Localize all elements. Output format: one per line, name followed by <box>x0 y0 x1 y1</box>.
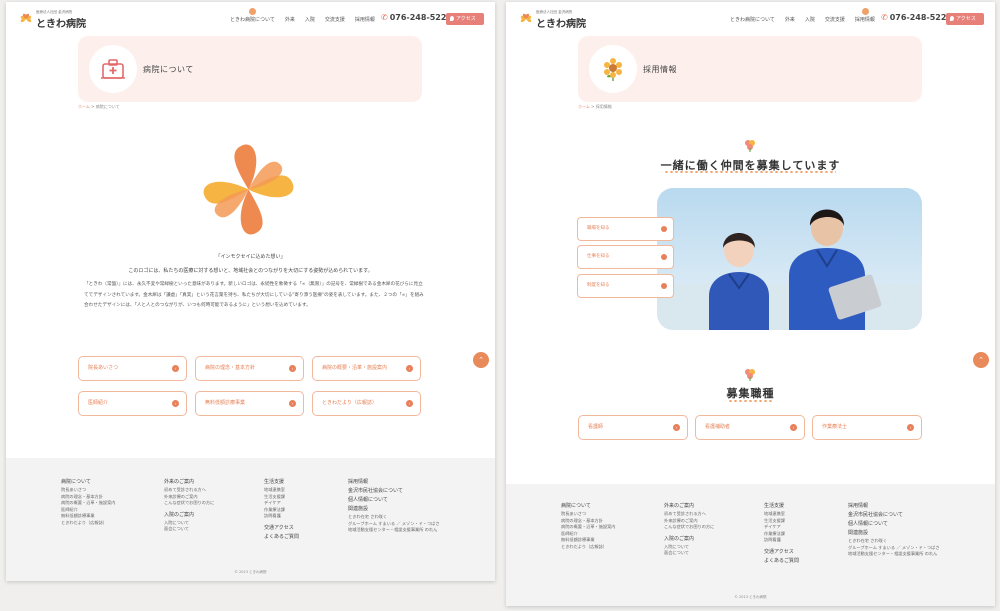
footer-col-recruit: 採用情報 金沢市民社協会について 個人情報について 関連施設 ときわ在宅 さわ咲… <box>348 479 440 532</box>
nurse-assistant-button[interactable]: 看護補助者 › <box>695 415 805 440</box>
phone-icon: ✆ <box>881 13 888 22</box>
site-footer: 病院について 院長あいさつ 病院の理念・基本方針 病院の概要・沿革・施設案内 医… <box>6 458 495 581</box>
workplace-button[interactable]: 職場を知る <box>577 217 674 241</box>
breadcrumb-home[interactable]: ホーム <box>578 104 590 109</box>
access-button[interactable]: アクセス <box>446 13 484 25</box>
arrow-right-icon: › <box>907 424 914 431</box>
sunflower-icon <box>604 58 622 81</box>
footer-col-support: 生活支援 地域連携室 生活支援課 デイケア 作業療法課 訪問看護 交通アクセス … <box>264 479 300 540</box>
page-title: 採用情報 <box>643 65 677 74</box>
doctors-button[interactable]: 医師紹介 › <box>78 391 187 416</box>
hero-icon-circle <box>589 45 637 93</box>
footer-col-outpatient: 外来のご案内 初めて受診される方へ 外来診療のご案内 こんな症状でお困りの方に … <box>164 479 215 531</box>
section-title: 募集職種 <box>726 387 775 400</box>
footer-col-recruit: 採用情報 金沢市民社協会について 個人情報について 関連施設 ときわ在宅 さわ咲… <box>848 503 940 556</box>
breadcrumb-home[interactable]: ホーム <box>78 104 90 109</box>
occupational-therapist-button[interactable]: 作業療法士 › <box>812 415 922 440</box>
arrow-right-icon <box>661 254 667 260</box>
nav-inpatient[interactable]: 入院 <box>805 16 815 23</box>
site-logo-icon[interactable] <box>518 11 534 27</box>
system-button[interactable]: 制度を知る <box>577 274 674 298</box>
global-nav: ときわ病院について 外来 入院 交流支援 採用情報 <box>230 8 375 23</box>
site-logo-icon[interactable] <box>18 11 34 27</box>
breadcrumb-current: 病院について <box>95 104 120 109</box>
logo-intro: このロゴには、私たちの医療に対する想いと、地域社会とのつながりを大切にする姿勢が… <box>128 268 373 274</box>
arrow-right-icon: › <box>673 424 680 431</box>
arrow-right-icon: › <box>406 365 413 372</box>
copyright: © 2013 ときわ病院 <box>734 595 767 599</box>
footer-col-about: 病院について 院長あいさつ 病院の理念・基本方針 病院の概要・沿革・施設案内 医… <box>561 503 616 549</box>
greeting-button[interactable]: 院長あいさつ › <box>78 356 187 381</box>
site-footer: 病院について 院長あいさつ 病院の理念・基本方針 病院の概要・沿革・施設案内 医… <box>506 484 995 606</box>
copyright: © 2013 ときわ病院 <box>234 570 267 574</box>
page-top-button[interactable]: ⌃ <box>473 352 489 368</box>
page-top-button[interactable]: ⌃ <box>973 352 989 368</box>
low-cost-care-button[interactable]: 無料低額診療事業 › <box>195 391 304 416</box>
arrow-right-icon: › <box>406 400 413 407</box>
arrow-right-icon <box>661 226 667 232</box>
arrow-right-icon: › <box>172 365 179 372</box>
hospital-name[interactable]: ときわ病院 <box>536 15 586 30</box>
footer-col-outpatient: 外来のご案内 初めて受診される方へ 外来診療のご案内 こんな症状でお困りの方に … <box>664 503 715 555</box>
page-hero: 採用情報 <box>578 36 922 102</box>
arrow-right-icon: › <box>172 400 179 407</box>
dotted-underline <box>664 171 836 173</box>
nav-recruit[interactable]: 採用情報 <box>355 16 375 23</box>
osmanthus-logo-icon <box>203 144 294 235</box>
about-page: 医療法人社団 金沢病院 ときわ病院 ときわ病院について 外来 入院 交流支援 採… <box>6 2 495 581</box>
staff-photo <box>657 188 922 330</box>
access-button[interactable]: アクセス <box>946 13 984 25</box>
nav-about[interactable]: ときわ病院について <box>730 16 775 23</box>
breadcrumb: ホーム > 採用情報 <box>578 104 612 109</box>
dotted-underline <box>728 400 772 402</box>
breadcrumb: ホーム > 病院について <box>78 104 120 109</box>
flower-icon <box>745 140 755 152</box>
recruit-page: 医療法人社団 金沢病院 ときわ病院 ときわ病院について 外来 入院 交流支援 採… <box>506 2 995 606</box>
phone-icon: ✆ <box>381 13 388 22</box>
flower-icon <box>745 369 755 381</box>
footer-col-support: 生活支援 地域連携室 生活支援課 デイケア 作業療法課 訪問看護 交通アクセス … <box>764 503 800 564</box>
job-button[interactable]: 仕事を知る <box>577 245 674 269</box>
arrow-right-icon: › <box>289 365 296 372</box>
nav-outpatient[interactable]: 外来 <box>285 16 295 23</box>
arrow-right-icon <box>661 283 667 289</box>
phone-number[interactable]: ✆ 076-248-5221 <box>881 13 952 22</box>
breadcrumb-current: 採用情報 <box>595 104 612 109</box>
logo-caption: 「インモクセイに込めた想い」 <box>215 254 286 260</box>
footer-col-about: 病院について 院長あいさつ 病院の理念・基本方針 病院の概要・沿革・施設案内 医… <box>61 479 116 525</box>
phone-number[interactable]: ✆ 076-248-5221 <box>381 13 452 22</box>
nav-outpatient[interactable]: 外来 <box>785 16 795 23</box>
philosophy-button[interactable]: 病院の理念・基本方針 › <box>195 356 304 381</box>
nav-inpatient[interactable]: 入院 <box>305 16 315 23</box>
nav-recruit[interactable]: 採用情報 <box>855 8 875 23</box>
nav-support[interactable]: 交流支援 <box>825 16 845 23</box>
page-title: 病院について <box>143 65 194 74</box>
arrow-right-icon: › <box>289 400 296 407</box>
nav-support[interactable]: 交流支援 <box>325 16 345 23</box>
hospital-name[interactable]: ときわ病院 <box>36 15 86 30</box>
logo-description: 「ときわ（常盤）」には、永久不変や常緑樹といった意味があります。新しいロゴは、永… <box>84 282 424 308</box>
hero-icon-circle <box>89 45 137 93</box>
nurse-button[interactable]: 看護師 › <box>578 415 688 440</box>
overview-button[interactable]: 病院の概要・沿革・施設案内 › <box>312 356 421 381</box>
staff-photo-illustration <box>657 209 922 330</box>
arrow-right-icon: › <box>790 424 797 431</box>
page-hero: 病院について <box>78 36 422 102</box>
site-header: 医療法人社団 金沢病院 ときわ病院 ときわ病院について 外来 入院 交流支援 採… <box>506 2 995 36</box>
newsletter-button[interactable]: ときわだより（広報誌） › <box>312 391 421 416</box>
hospital-building-icon <box>101 59 125 79</box>
nav-about[interactable]: ときわ病院について <box>230 8 275 23</box>
global-nav: ときわ病院について 外来 入院 交流支援 採用情報 <box>730 8 875 23</box>
site-header: 医療法人社団 金沢病院 ときわ病院 ときわ病院について 外来 入院 交流支援 採… <box>6 2 495 36</box>
